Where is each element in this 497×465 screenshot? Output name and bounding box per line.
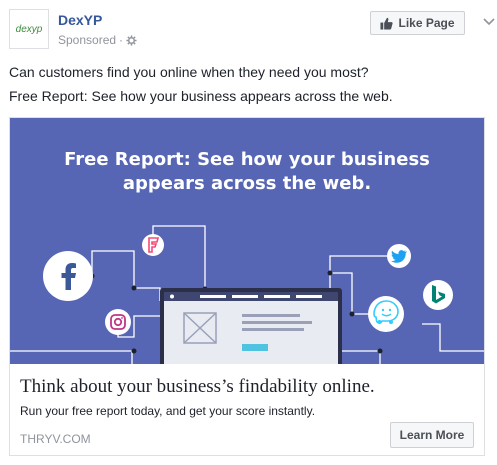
learn-more-button[interactable]: Learn More	[390, 422, 474, 448]
waze-icon	[368, 296, 404, 332]
browser-window-icon	[160, 288, 342, 364]
instagram-icon	[105, 309, 131, 335]
post-message-line-1: Can customers find you online when they …	[9, 64, 369, 80]
chevron-down-icon[interactable]	[482, 15, 496, 29]
page-name-link[interactable]: DexYP	[58, 12, 102, 28]
ad-description: Run your free report today, and get your…	[20, 404, 316, 418]
ad-headline[interactable]: Think about your business’s findability …	[20, 376, 375, 398]
like-page-button[interactable]: Like Page	[370, 11, 465, 35]
ad-card[interactable]: Free Report: See how your business appea…	[9, 117, 485, 456]
foursquare-icon	[142, 234, 164, 256]
banner-title: Free Report: See how your business appea…	[10, 148, 484, 196]
logo-text: dexyp	[15, 23, 43, 35]
twitter-icon	[387, 244, 411, 268]
sponsored-label[interactable]: Sponsored	[58, 33, 116, 47]
post-header: dexyp DexYP Sponsored · Like Page	[9, 9, 497, 59]
banner-title-line-1: Free Report: See how your business	[64, 149, 430, 170]
bing-icon	[423, 280, 453, 310]
gear-icon	[126, 34, 137, 46]
ad-banner-image[interactable]: Free Report: See how your business appea…	[10, 118, 484, 364]
thumbs-up-icon	[380, 17, 394, 30]
page-logo[interactable]: dexyp	[9, 9, 49, 49]
sponsored-label-row: Sponsored ·	[58, 33, 137, 47]
post-message-line-2: Free Report: See how your business appea…	[9, 88, 393, 104]
ad-domain: THRYV.COM	[20, 432, 91, 446]
banner-title-line-2: appears across the web.	[122, 173, 372, 194]
facebook-icon	[43, 251, 93, 301]
sponsored-separator: ·	[119, 33, 124, 47]
like-page-label: Like Page	[398, 16, 455, 30]
ad-card-body[interactable]: Think about your business’s findability …	[10, 364, 484, 455]
